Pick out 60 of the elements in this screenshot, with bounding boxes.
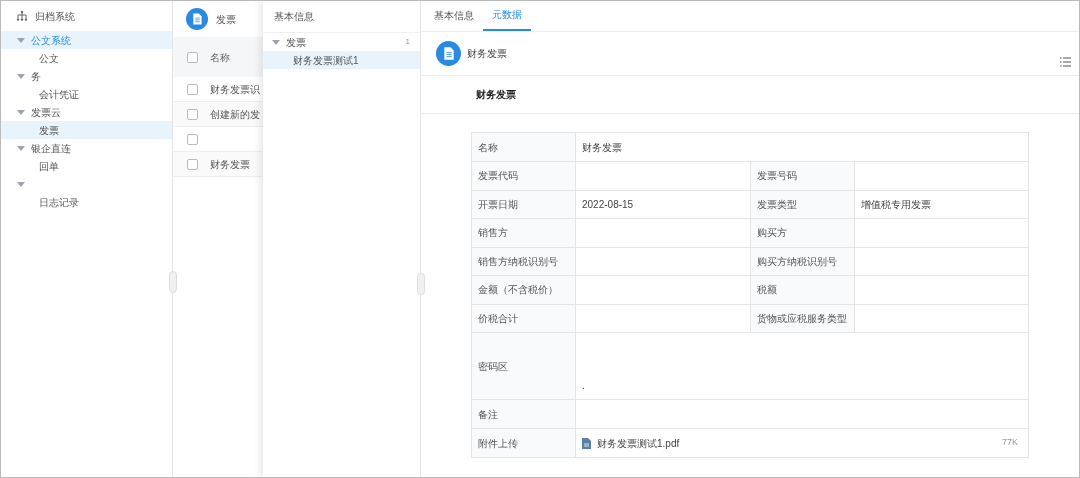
file-size: 77K [1002, 436, 1019, 450]
tab[interactable]: 元数据 [483, 1, 531, 31]
checkbox[interactable] [187, 158, 198, 170]
document-icon [186, 8, 208, 30]
panel-title: 发票 [216, 12, 236, 27]
field-label: 附件上传 [472, 429, 576, 457]
field-label: 备注 [472, 400, 576, 428]
table-cell-text: 创建新的发 [210, 107, 260, 122]
field-label: 密码区 [472, 333, 576, 399]
field-label: 发票号码 [750, 162, 855, 190]
field-label: 购买方纳税识别号 [750, 247, 855, 275]
field-label: 销售方 [472, 219, 576, 247]
table-cell-text: 财务发票 [210, 157, 250, 172]
caret-icon[interactable] [17, 180, 25, 188]
checkbox[interactable] [187, 133, 198, 145]
tree-group[interactable]: 银企直连 [1, 139, 172, 157]
tree-item[interactable]: 会计凭证 [1, 85, 172, 103]
tree-item[interactable]: 公文 [1, 49, 172, 67]
field-label: 购买方 [750, 219, 855, 247]
caret-icon[interactable] [17, 144, 25, 152]
hierarchy-icon [17, 11, 27, 21]
field-value: . [581, 379, 586, 393]
field-value: 增值税专用发票 [859, 197, 932, 212]
panel-title: 基本信息 [274, 10, 314, 24]
count-label: 1 [405, 36, 410, 48]
checkbox[interactable] [187, 108, 198, 120]
field-label: 税额 [750, 276, 855, 304]
tree-group[interactable]: 务 [1, 67, 172, 85]
tab[interactable]: 基本信息 [425, 1, 483, 31]
tree-group[interactable]: 发票云 [1, 103, 172, 121]
tree-item[interactable]: 财务发票测试1 [263, 51, 420, 69]
sidebar-title: 归档系统 [35, 9, 75, 24]
caret-icon[interactable] [17, 72, 25, 80]
column-header: 名称 [210, 50, 230, 65]
list-icon[interactable] [1060, 57, 1071, 67]
record-title: 财务发票 [467, 47, 507, 61]
caret-icon[interactable] [17, 36, 25, 44]
section-title: 财务发票 [476, 88, 516, 102]
document-icon [436, 41, 461, 66]
table-cell-text: 财务发票识 [210, 82, 260, 97]
field-value: 2022-08-15 [581, 197, 635, 212]
field-label: 货物或应税服务类型 [750, 304, 855, 332]
tree-item[interactable]: 日志记录 [1, 193, 172, 211]
tree-item[interactable]: 回单 [1, 157, 172, 175]
field-value: 财务发票 [581, 140, 623, 155]
tree-item[interactable]: 发票 [1, 121, 172, 139]
field-label: 名称 [472, 133, 576, 161]
field-label: 价税合计 [472, 304, 576, 332]
file-link[interactable]: 财务发票测试1.pdf [597, 435, 680, 451]
tree-group[interactable]: 发票 1 [263, 33, 420, 51]
field-label: 发票类型 [750, 190, 855, 218]
field-label: 金额（不含税价） [472, 276, 576, 304]
caret-icon[interactable] [272, 38, 280, 46]
field-label: 发票代码 [472, 162, 576, 190]
field-label: 销售方纳税识别号 [472, 247, 576, 275]
field-label: 开票日期 [472, 190, 576, 218]
file-icon [582, 437, 591, 449]
checkbox[interactable] [187, 83, 198, 95]
caret-icon[interactable] [17, 108, 25, 116]
checkbox[interactable] [187, 51, 198, 63]
